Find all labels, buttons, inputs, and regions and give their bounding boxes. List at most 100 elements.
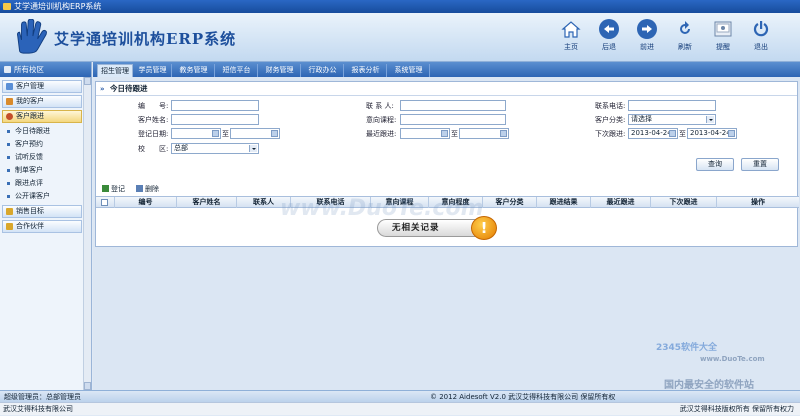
column-header-phone[interactable]: 联系电话	[291, 197, 371, 208]
calendar-icon[interactable]	[500, 130, 507, 137]
recent-followup-from-input[interactable]	[400, 128, 450, 139]
reminder-button[interactable]: 提醒	[710, 19, 736, 52]
sidebar-group-my-customers[interactable]: 我的客户	[2, 95, 82, 108]
customer-name-input[interactable]	[171, 114, 259, 125]
tab-admin-office[interactable]: 行政办公	[302, 64, 344, 77]
campus-header[interactable]: 所有校区	[0, 62, 91, 77]
sidebar-menu: 客户管理 我的客户 客户跟进 今日待跟进 客户预约 试听反馈 制单客户 跟进点评…	[2, 80, 82, 235]
tab-finance[interactable]: 财务管理	[259, 64, 301, 77]
folder-icon	[6, 83, 13, 90]
column-header-intent-level[interactable]: 意向程度	[429, 197, 483, 208]
column-header-followup-result[interactable]: 跟进结果	[537, 197, 591, 208]
number-input[interactable]	[171, 100, 259, 111]
register-date-from-input[interactable]	[171, 128, 221, 139]
recent-followup-to-input[interactable]	[459, 128, 509, 139]
refresh-button[interactable]: 刷新	[672, 19, 698, 52]
phone-input[interactable]	[628, 100, 716, 111]
calendar-icon[interactable]	[271, 130, 278, 137]
exit-button[interactable]: 退出	[748, 19, 774, 52]
sidebar-item-trial-feedback[interactable]: 试听反馈	[2, 151, 82, 164]
register-label: 登记	[111, 185, 125, 193]
tab-system[interactable]: 系统管理	[388, 64, 430, 77]
sidebar-item-open-class-customers[interactable]: 公开课客户	[2, 190, 82, 203]
hand-logo-icon	[17, 19, 47, 54]
customer-name-label: 客户姓名:	[138, 116, 169, 124]
back-icon	[599, 19, 619, 39]
refresh-label: 刷新	[678, 43, 692, 51]
warning-icon: !	[471, 216, 497, 240]
sidebar-group-label: 销售目标	[16, 207, 44, 215]
sidebar-item-label: 公开课客户	[15, 192, 50, 200]
column-header-contact[interactable]: 联系人	[237, 197, 291, 208]
register-button[interactable]: 登记	[102, 182, 125, 196]
back-label: 后退	[602, 43, 616, 51]
tab-reports[interactable]: 报表分析	[345, 64, 387, 77]
bullet-icon	[7, 182, 10, 185]
delete-button[interactable]: 删除	[136, 182, 159, 196]
sidebar-item-today-followup[interactable]: 今日待跟进	[2, 125, 82, 138]
home-label: 主页	[564, 43, 578, 51]
next-followup-from-input[interactable]: 2013-04-24	[628, 128, 678, 139]
bullet-icon	[7, 156, 10, 159]
home-button[interactable]: 主页	[558, 19, 584, 52]
column-header-customer-name[interactable]: 客户姓名	[177, 197, 237, 208]
calendar-icon[interactable]	[728, 130, 735, 137]
target-icon	[6, 208, 13, 215]
next-followup-to-input[interactable]: 2013-04-24	[687, 128, 737, 139]
sidebar-group-label: 客户管理	[16, 82, 44, 90]
sidebar-group-sales-target[interactable]: 销售目标	[2, 205, 82, 218]
sidebar-item-label: 今日待跟进	[15, 127, 50, 135]
sidebar-item-order-customers[interactable]: 制单客户	[2, 164, 82, 177]
sidebar-item-label: 客户预约	[15, 140, 43, 148]
sidebar-scrollbar[interactable]	[83, 77, 91, 390]
contact-input[interactable]	[400, 100, 506, 111]
intended-course-input[interactable]	[400, 114, 506, 125]
register-date-to-input[interactable]	[230, 128, 280, 139]
sidebar-item-followup-review[interactable]: 跟进点评	[2, 177, 82, 190]
to-label: 至	[451, 130, 458, 138]
column-header-next-followup[interactable]: 下次跟进	[651, 197, 717, 208]
calendar-icon[interactable]	[669, 130, 676, 137]
module-tabs: 招生管理 学员管理 教务管理 短信平台 财务管理 行政办公 报表分析 系统管理	[93, 62, 800, 77]
select-all-checkbox[interactable]	[101, 199, 108, 206]
rights-text: 武汉艾得科技版权所有 保留所有权力	[679, 405, 794, 413]
recent-followup-label: 最近跟进:	[366, 130, 397, 138]
add-icon	[102, 185, 109, 192]
reminder-label: 提醒	[716, 43, 730, 51]
scroll-up-arrow-icon[interactable]	[84, 77, 91, 85]
company-name: 武汉艾得科技有限公司	[3, 405, 73, 413]
scroll-down-arrow-icon[interactable]	[84, 382, 91, 390]
campus-select[interactable]: 总部	[171, 143, 259, 154]
customer-category-value: 请选择	[631, 115, 652, 123]
tab-students[interactable]: 学员管理	[134, 64, 172, 77]
calendar-icon[interactable]	[441, 130, 448, 137]
sidebar-group-customer-followup[interactable]: 客户跟进	[2, 110, 82, 123]
sidebar-item-label: 制单客户	[15, 166, 43, 174]
column-header-intended-course[interactable]: 意向课程	[371, 197, 429, 208]
column-header-recent-followup[interactable]: 最近跟进	[591, 197, 651, 208]
phone-label: 联系电话:	[595, 102, 626, 110]
customer-category-label: 客户分类:	[595, 116, 626, 124]
tab-academic[interactable]: 教务管理	[173, 64, 215, 77]
bullet-icon	[7, 195, 10, 198]
reset-button[interactable]: 重置	[741, 158, 779, 171]
trash-icon	[136, 185, 143, 192]
calendar-icon[interactable]	[212, 130, 219, 137]
forward-button[interactable]: 前进	[634, 19, 660, 52]
column-header-customer-category[interactable]: 客户分类	[483, 197, 537, 208]
sidebar-group-partners[interactable]: 合作伙伴	[2, 220, 82, 233]
sidebar-item-customer-appointment[interactable]: 客户预约	[2, 138, 82, 151]
bottom-bar: 武汉艾得科技有限公司 武汉艾得科技版权所有 保留所有权力	[0, 402, 800, 415]
customer-category-select[interactable]: 请选择	[628, 114, 716, 125]
grid-header: 编号 客户姓名 联系人 联系电话 意向课程 意向程度 客户分类 跟进结果 最近跟…	[96, 196, 799, 208]
to-label: 至	[679, 130, 686, 138]
left-sidebar: 所有校区 客户管理 我的客户 客户跟进 今日待跟进 客户预约 试听反馈 制单客户…	[0, 62, 92, 390]
sidebar-group-customer-management[interactable]: 客户管理	[2, 80, 82, 93]
tab-sms[interactable]: 短信平台	[216, 64, 258, 77]
tab-enrollment[interactable]: 招生管理	[97, 64, 133, 77]
back-button[interactable]: 后退	[596, 19, 622, 52]
people-icon	[6, 98, 13, 105]
campus-value: 总部	[174, 144, 188, 152]
search-button[interactable]: 查询	[696, 158, 734, 171]
column-header-number[interactable]: 编号	[115, 197, 177, 208]
